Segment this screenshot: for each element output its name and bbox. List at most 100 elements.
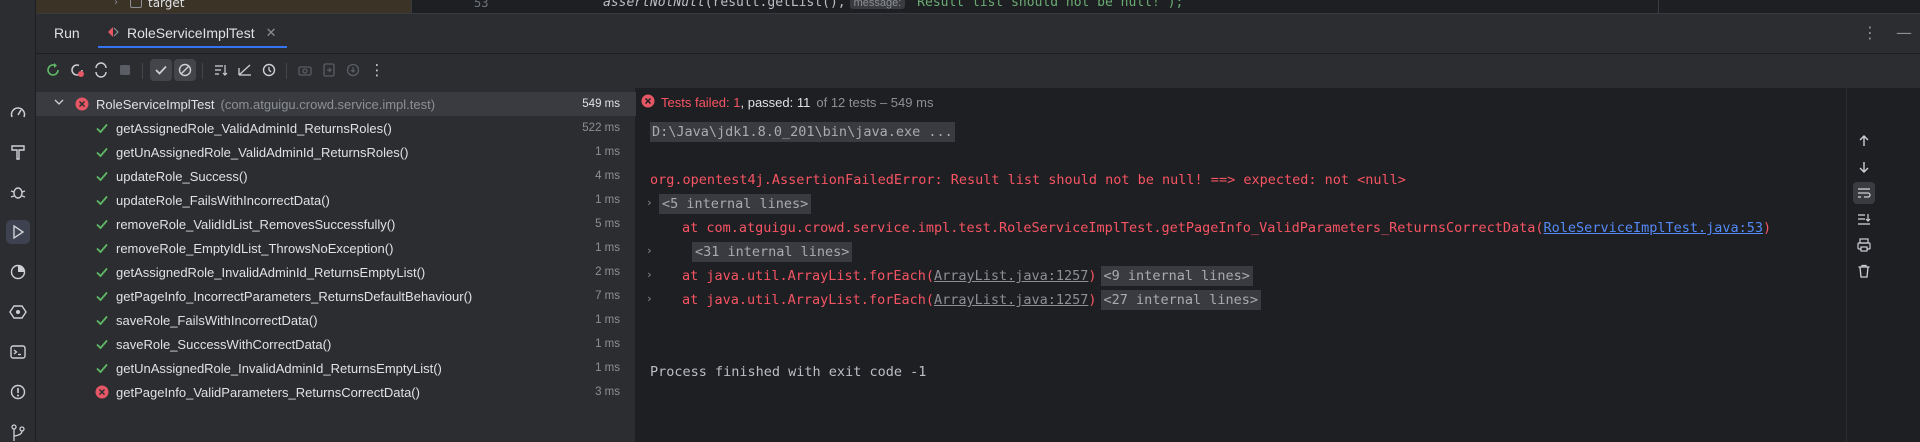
- code-line[interactable]: assertNotNull(result.getList(), message: "…: [603, 0, 1183, 10]
- source-link[interactable]: ArrayList.java:1257: [934, 268, 1088, 284]
- source-link[interactable]: RoleServiceImplTest.java:53: [1544, 220, 1763, 236]
- services-icon[interactable]: [6, 260, 30, 284]
- test-row[interactable]: updateRole_FailsWithIncorrectData() 1 ms: [36, 188, 636, 212]
- failed-icon: [641, 94, 655, 111]
- console-output[interactable]: Tests failed: 1, passed: 11 of 12 tests …: [637, 88, 1846, 442]
- test-row[interactable]: saveRole_SuccessWithCorrectData() 1 ms: [36, 332, 636, 356]
- chevron-right-icon[interactable]: ›: [114, 0, 118, 8]
- error-text: org.opentest4j.AssertionFailedError: Res…: [650, 172, 1406, 188]
- show-ignored-icon[interactable]: [174, 59, 196, 81]
- test-name: updateRole_Success(): [116, 168, 248, 184]
- chevron-right-icon[interactable]: ›: [646, 244, 653, 257]
- rerun-icon[interactable]: [42, 59, 64, 81]
- status-passed: , passed: 11: [740, 94, 811, 110]
- failed-icon: [94, 384, 110, 400]
- endpoints-icon[interactable]: [6, 300, 30, 324]
- toggle-auto-test-icon[interactable]: [90, 59, 112, 81]
- test-name: getPageInfo_IncorrectParameters_ReturnsD…: [116, 288, 473, 304]
- terminal-icon[interactable]: [6, 340, 30, 364]
- git-icon[interactable]: [6, 420, 30, 442]
- right-margin-guide: [1658, 0, 1659, 13]
- test-duration: 1 ms: [595, 194, 620, 206]
- chevron-right-icon[interactable]: ›: [646, 268, 653, 281]
- trace-text: at com.atguigu.crowd.service.impl.test.R…: [682, 220, 1544, 236]
- test-name: saveRole_FailsWithIncorrectData(): [116, 312, 318, 328]
- scroll-to-end-icon[interactable]: [1853, 208, 1875, 230]
- test-duration: 522 ms: [582, 122, 620, 134]
- test-name: removeRole_EmptyIdList_ThrowsNoException…: [116, 240, 394, 256]
- test-duration: 1 ms: [595, 242, 620, 254]
- root-duration: 549 ms: [582, 98, 620, 110]
- rerun-failed-icon[interactable]: [66, 59, 88, 81]
- test-row[interactable]: getAssignedRole_InvalidAdminId_ReturnsEm…: [36, 260, 636, 284]
- tree-item-label[interactable]: target: [148, 0, 185, 10]
- problems-icon[interactable]: [6, 380, 30, 404]
- sort-by-duration-icon[interactable]: [234, 59, 256, 81]
- line-number: 53: [474, 0, 489, 10]
- show-passed-icon[interactable]: [150, 59, 172, 81]
- debug-icon[interactable]: [6, 180, 30, 204]
- source-link[interactable]: ArrayList.java:1257: [934, 292, 1088, 308]
- console-fold-1[interactable]: › <5 internal lines>: [646, 193, 812, 215]
- toolwindow-title: Run: [54, 25, 80, 41]
- arrow-down-icon[interactable]: [1853, 156, 1875, 178]
- chevron-right-icon[interactable]: ›: [646, 292, 653, 305]
- build-icon[interactable]: [6, 140, 30, 164]
- test-name: getUnAssignedRole_ValidAdminId_ReturnsRo…: [116, 144, 409, 160]
- test-row[interactable]: removeRole_ValidIdList_RemovesSuccessful…: [36, 212, 636, 236]
- close-icon[interactable]: ✕: [266, 25, 277, 41]
- trash-icon[interactable]: [1853, 260, 1875, 282]
- test-row[interactable]: removeRole_EmptyIdList_ThrowsNoException…: [36, 236, 636, 260]
- passed-icon: [94, 288, 110, 304]
- run-icon[interactable]: [6, 220, 30, 244]
- status-failed: Tests failed: 1: [661, 94, 741, 110]
- more-actions-icon[interactable]: ⋮: [366, 59, 388, 81]
- passed-icon: [94, 360, 110, 376]
- test-duration: 3 ms: [595, 386, 620, 398]
- more-options-icon[interactable]: ⋮: [1862, 23, 1878, 42]
- trace-suffix: ): [1088, 268, 1097, 284]
- chevron-right-icon[interactable]: ›: [646, 196, 653, 209]
- test-name: removeRole_ValidIdList_RemovesSuccessful…: [116, 216, 396, 232]
- test-row[interactable]: getUnAssignedRole_ValidAdminId_ReturnsRo…: [36, 140, 636, 164]
- tab-label: RoleServiceImplTest: [127, 25, 255, 41]
- tree-root-row[interactable]: RoleServiceImplTest (com.atguigu.crowd.s…: [36, 92, 636, 116]
- fold-text[interactable]: <27 internal lines>: [1100, 290, 1261, 310]
- test-status-bar: Tests failed: 1, passed: 11 of 12 tests …: [641, 90, 933, 114]
- trace-text: at java.util.ArrayList.forEach(: [682, 268, 934, 284]
- fold-text[interactable]: <9 internal lines>: [1100, 266, 1253, 286]
- test-duration: 4 ms: [595, 170, 620, 182]
- test-duration: 1 ms: [595, 362, 620, 374]
- import-tests-icon[interactable]: [318, 59, 340, 81]
- console-fold-2[interactable]: › <31 internal lines>: [646, 241, 853, 263]
- profiler-icon[interactable]: [6, 101, 30, 125]
- test-row[interactable]: saveRole_FailsWithIncorrectData() 1 ms: [36, 308, 636, 332]
- test-history-icon[interactable]: [258, 59, 280, 81]
- test-row[interactable]: getPageInfo_IncorrectParameters_ReturnsD…: [36, 284, 636, 308]
- test-row[interactable]: getPageInfo_ValidParameters_ReturnsCorre…: [36, 380, 636, 404]
- passed-icon: [94, 336, 110, 352]
- test-row[interactable]: getUnAssignedRole_InvalidAdminId_Returns…: [36, 356, 636, 380]
- screenshot-icon[interactable]: [294, 59, 316, 81]
- test-name: getAssignedRole_InvalidAdminId_ReturnsEm…: [116, 264, 426, 280]
- passed-icon: [94, 192, 110, 208]
- print-icon[interactable]: [1853, 234, 1875, 256]
- test-row[interactable]: updateRole_Success() 4 ms: [36, 164, 636, 188]
- run-toolwindow-header: Run RoleServiceImplTest ✕ ⋮ —: [36, 13, 1920, 53]
- chevron-down-icon[interactable]: [53, 96, 65, 111]
- passed-icon: [94, 168, 110, 184]
- test-row[interactable]: getAssignedRole_ValidAdminId_ReturnsRole…: [36, 116, 636, 140]
- arrow-up-icon[interactable]: [1853, 130, 1875, 152]
- sort-alphabetically-icon[interactable]: [210, 59, 232, 81]
- console-command-line[interactable]: D:\Java\jdk1.8.0_201\bin\java.exe ...: [650, 121, 955, 143]
- minimize-icon[interactable]: —: [1896, 23, 1912, 42]
- test-tree: RoleServiceImplTest (com.atguigu.crowd.s…: [36, 88, 636, 442]
- console-error-line: org.opentest4j.AssertionFailedError: Res…: [650, 169, 1406, 191]
- tab-run-config[interactable]: RoleServiceImplTest ✕: [98, 20, 287, 48]
- test-class-icon: [106, 25, 120, 42]
- fold-text: <5 internal lines>: [659, 194, 812, 214]
- export-results-icon[interactable]: [342, 59, 364, 81]
- passed-icon: [94, 264, 110, 280]
- stop-icon[interactable]: [114, 59, 136, 81]
- soft-wrap-icon[interactable]: [1853, 182, 1875, 204]
